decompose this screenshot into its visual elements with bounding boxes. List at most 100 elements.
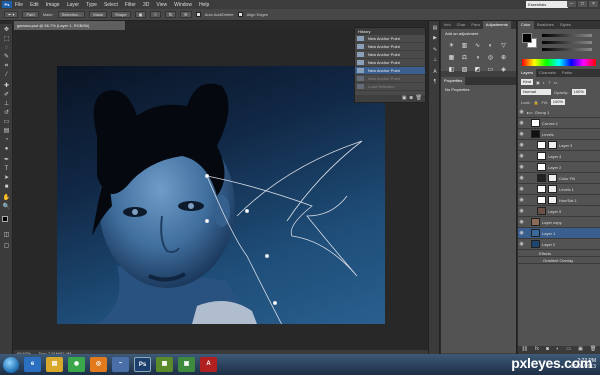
brightness-icon[interactable]: ☀ — [447, 42, 456, 50]
make-selection-button[interactable]: Selection... — [57, 11, 86, 18]
fill-input[interactable]: 100% — [550, 99, 566, 105]
path-operations-icon[interactable]: ▣ — [134, 11, 147, 18]
layer-row[interactable]: ◉ Levels — [518, 129, 600, 140]
menu-filter[interactable]: Filter — [125, 2, 136, 8]
paragraph-panel-icon[interactable]: ¶ — [431, 79, 439, 86]
history-item[interactable]: New Anchor Point — [355, 59, 425, 67]
quick-select-tool-icon[interactable]: ✎ — [2, 53, 11, 61]
align-edges-checkbox[interactable] — [237, 12, 243, 17]
tab-paragraph[interactable]: Para — [468, 21, 482, 29]
taskbar-app-icon[interactable]: ▣ — [178, 357, 195, 372]
history-brush-tool-icon[interactable]: ↺ — [2, 109, 11, 117]
path-select-tool-icon[interactable]: ➤ — [2, 174, 11, 182]
visibility-eye-icon[interactable]: ◉ — [518, 219, 525, 225]
screen-mode-icon[interactable]: ▢ — [2, 242, 11, 250]
menu-help[interactable]: Help — [199, 2, 209, 8]
menu-type[interactable]: Type — [86, 2, 97, 8]
tab-paths[interactable]: Paths — [559, 69, 575, 77]
lock-icon[interactable]: 🔒 — [534, 100, 539, 105]
history-item[interactable]: New Anchor Point — [355, 51, 425, 59]
layer-kind-select[interactable]: Kind — [521, 79, 534, 85]
settings-gear-icon[interactable]: ⚙ — [180, 11, 192, 18]
menu-window[interactable]: Window — [174, 2, 192, 8]
make-shape-button[interactable]: Shape — [110, 11, 131, 18]
taskbar-app-icon[interactable]: ◉ — [68, 357, 85, 372]
taskbar-app-icon[interactable]: ~ — [112, 357, 129, 372]
tab-adjustments[interactable]: Adjustments — [482, 21, 511, 29]
layer-row[interactable]: ◉ Layer 3 — [518, 140, 600, 151]
document-canvas[interactable] — [57, 66, 385, 324]
pen-tool-preset-icon[interactable]: ✒ ▾ — [4, 11, 19, 18]
layer-row-selected[interactable]: ◉ Layer 1 — [518, 228, 600, 239]
history-item[interactable]: New Anchor Point — [355, 75, 425, 83]
taskbar-app-icon[interactable]: ▤ — [46, 357, 63, 372]
menu-view[interactable]: View — [156, 2, 167, 8]
vibrance-icon[interactable]: ▽ — [499, 42, 508, 50]
taskbar-app-icon[interactable]: ◎ — [90, 357, 107, 372]
actions-panel-icon[interactable]: ▶ — [431, 35, 439, 42]
filter-type-icon[interactable]: T — [548, 80, 550, 85]
layer-row[interactable]: ◉ Layer copy — [518, 217, 600, 228]
color-balance-icon[interactable]: ⚖ — [460, 54, 469, 62]
marquee-tool-icon[interactable]: ⬚ — [2, 35, 11, 43]
selective-color-icon[interactable]: ◈ — [499, 66, 508, 74]
tab-swatches[interactable]: Swatches — [534, 21, 557, 29]
new-layer-icon[interactable]: ▣ — [578, 346, 583, 354]
gradient-map-icon[interactable]: ▭ — [486, 66, 495, 74]
zoom-tool-icon[interactable]: 🔍 — [2, 203, 11, 211]
path-arrange-icon[interactable]: ⇅ — [164, 11, 177, 18]
minimize-icon[interactable]: – — [567, 1, 576, 7]
visibility-eye-icon[interactable]: ◉ — [518, 208, 525, 214]
trash-icon[interactable]: 🗑 — [590, 346, 596, 354]
tab-color[interactable]: Color — [518, 21, 534, 29]
filter-pixel-icon[interactable]: ▣ — [536, 80, 540, 85]
path-align-icon[interactable]: ≡ — [150, 11, 161, 18]
visibility-eye-icon[interactable]: ◉ — [518, 230, 525, 236]
pen-tool-icon[interactable]: ✒ — [2, 156, 11, 164]
blue-slider[interactable] — [542, 48, 592, 51]
type-tool-icon[interactable]: T — [2, 165, 11, 173]
filter-adjust-icon[interactable]: ◐ — [543, 80, 545, 85]
close-icon[interactable]: × — [589, 1, 598, 7]
dodge-tool-icon[interactable]: ● — [2, 145, 11, 153]
visibility-eye-icon[interactable]: ◉ — [518, 197, 525, 203]
tab-styles[interactable]: Styles — [557, 21, 574, 29]
menu-edit[interactable]: Edit — [30, 2, 39, 8]
history-item[interactable]: Load Selection — [355, 83, 425, 91]
brush-tool-icon[interactable]: ✐ — [2, 91, 11, 99]
taskbar-app-icon[interactable]: ▦ — [156, 357, 173, 372]
visibility-eye-icon[interactable]: ◉ — [518, 120, 525, 126]
healing-tool-icon[interactable]: ✚ — [2, 82, 11, 90]
lasso-tool-icon[interactable]: ◌ — [2, 44, 11, 52]
layer-row[interactable]: ◉ Layer 2 — [518, 162, 600, 173]
taskbar-app-icon[interactable]: Ps — [134, 357, 151, 372]
auto-add-delete-checkbox[interactable] — [195, 12, 201, 17]
color-spectrum[interactable] — [522, 59, 596, 66]
tab-info[interactable]: Info — [441, 21, 454, 29]
visibility-eye-icon[interactable]: ◉ — [518, 241, 525, 247]
visibility-eye-icon[interactable]: ◉ — [518, 175, 525, 181]
photo-filter-icon[interactable]: ◎ — [486, 54, 495, 62]
path-mode-select[interactable]: Path — [22, 11, 39, 18]
trash-icon[interactable]: 🗑 — [416, 95, 422, 102]
clone-source-icon[interactable]: ⊥ — [431, 57, 439, 64]
workspace-select[interactable]: Essentials — [526, 1, 568, 8]
history-item[interactable]: New Anchor Point — [355, 35, 425, 43]
layer-row[interactable]: ◉ Color Fill — [518, 173, 600, 184]
layer-row[interactable]: ◉ Layer 5 — [518, 206, 600, 217]
clone-stamp-tool-icon[interactable]: ⊥ — [2, 100, 11, 108]
new-document-icon[interactable]: ▣ — [402, 95, 407, 102]
opacity-input[interactable]: 100% — [571, 89, 586, 95]
tab-channels[interactable]: Channels — [536, 69, 559, 77]
menu-image[interactable]: Image — [46, 2, 60, 8]
hand-tool-icon[interactable]: ✋ — [2, 194, 11, 202]
layer-row[interactable]: ◉ Levels 1 — [518, 184, 600, 195]
layer-row[interactable]: ◉ Hue/Sat 1 — [518, 195, 600, 206]
tab-properties[interactable]: Properties — [441, 77, 466, 85]
layer-row[interactable]: ◉ Layer 4 — [518, 151, 600, 162]
taskbar-app-icon[interactable]: A — [200, 357, 217, 372]
visibility-eye-icon[interactable]: ◉ — [518, 131, 525, 137]
black-white-icon[interactable]: ◑ — [473, 54, 482, 62]
visibility-eye-icon[interactable]: ◉ — [518, 109, 525, 115]
visibility-eye-icon[interactable]: ◉ — [518, 153, 525, 159]
